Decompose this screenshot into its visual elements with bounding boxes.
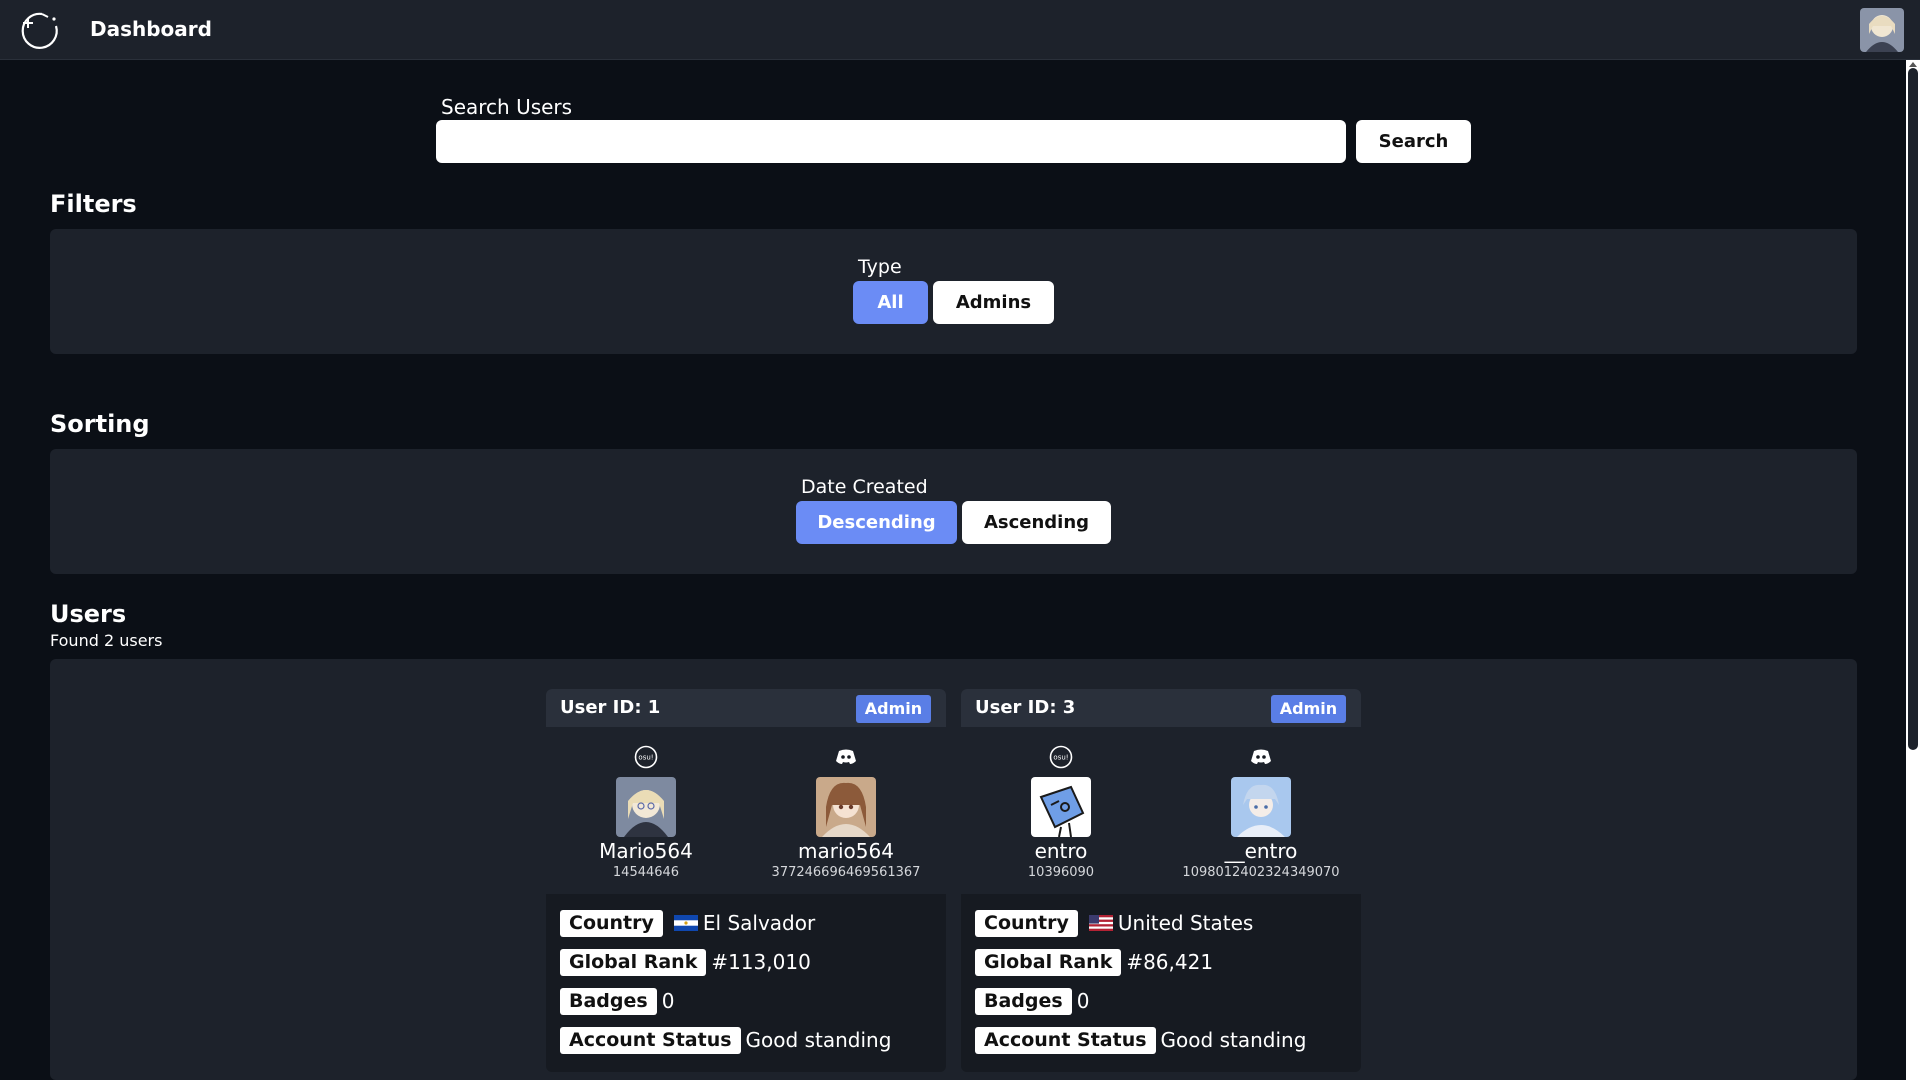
country-value: United States	[1117, 911, 1254, 935]
osu-username: entro	[1034, 839, 1088, 863]
osu-avatar	[616, 777, 676, 837]
linked-accounts: osu! Mario564 14544646 mario564 37724669…	[546, 727, 946, 894]
search-label: Search Users	[441, 95, 573, 119]
global-rank-row: Global Rank #113,010	[560, 948, 811, 976]
country-key: Country	[975, 909, 1078, 937]
spinner-logo-icon[interactable]	[18, 10, 60, 50]
osu-username: Mario564	[599, 839, 693, 863]
account-status-row: Account Status Good standing	[560, 1026, 891, 1054]
filters-title: Filters	[50, 190, 137, 218]
global-rank-value: #86,421	[1126, 950, 1214, 974]
badges-key: Badges	[975, 987, 1072, 1015]
svg-text:osu!: osu!	[1053, 754, 1068, 762]
users-count: Found 2 users	[50, 631, 163, 650]
global-rank-key: Global Rank	[560, 948, 707, 976]
svg-text:osu!: osu!	[638, 754, 653, 762]
osu-account[interactable]: osu! Mario564 14544646	[546, 727, 746, 894]
el-salvador-flag-icon	[673, 915, 698, 931]
osu-user-id: 14544646	[612, 865, 680, 880]
date-created-label: Date Created	[801, 476, 928, 498]
sorting-panel: Date Created Descending Ascending	[50, 449, 1857, 574]
country-key: Country	[560, 909, 663, 937]
country-value: El Salvador	[702, 911, 816, 935]
global-rank-row: Global Rank #86,421	[975, 948, 1213, 976]
badges-row: Badges 0	[975, 987, 1089, 1015]
global-rank-value: #113,010	[711, 950, 811, 974]
discord-avatar	[816, 777, 876, 837]
user-card-header: User ID: 3 Admin	[961, 689, 1361, 727]
badges-value: 0	[661, 989, 675, 1013]
linked-accounts: osu! entro 10396090 __entro 109801240232…	[961, 727, 1361, 894]
user-id: User ID: 1	[560, 697, 661, 718]
filter-admins-button[interactable]: Admins	[933, 281, 1054, 324]
scroll-up-icon[interactable]	[1906, 60, 1920, 68]
user-id: User ID: 3	[975, 697, 1076, 718]
osu-icon: osu!	[634, 745, 658, 769]
filter-all-button[interactable]: All	[853, 281, 928, 324]
badges-key: Badges	[560, 987, 657, 1015]
sort-ascending-button[interactable]: Ascending	[962, 501, 1111, 544]
admin-badge: Admin	[1271, 695, 1346, 723]
osu-icon: osu!	[1049, 745, 1073, 769]
discord-avatar	[1231, 777, 1291, 837]
user-avatar[interactable]	[1860, 8, 1904, 52]
discord-user-id: 1098012402324349070	[1182, 865, 1340, 880]
account-status-value: Good standing	[1160, 1028, 1307, 1052]
global-rank-key: Global Rank	[975, 948, 1122, 976]
sort-descending-button[interactable]: Descending	[796, 501, 957, 544]
search-input[interactable]	[436, 120, 1346, 163]
users-panel	[50, 659, 1857, 1080]
discord-user-id: 377246696469561367	[771, 865, 921, 880]
user-card: User ID: 3 Admin osu! entro 10396090 __e…	[961, 689, 1361, 1072]
discord-account[interactable]: __entro 1098012402324349070	[1161, 727, 1361, 894]
discord-username: __entro	[1224, 839, 1298, 863]
account-status-key: Account Status	[560, 1026, 741, 1054]
osu-avatar	[1031, 777, 1091, 837]
discord-account[interactable]: mario564 377246696469561367	[746, 727, 946, 894]
type-label: Type	[858, 256, 902, 278]
user-card: User ID: 1 Admin osu! Mario564 14544646	[546, 689, 946, 1072]
united-states-flag-icon	[1088, 915, 1113, 931]
account-status-row: Account Status Good standing	[975, 1026, 1306, 1054]
discord-username: mario564	[798, 839, 894, 863]
country-row: Country United States	[975, 909, 1253, 937]
discord-icon	[836, 749, 856, 764]
search-button[interactable]: Search	[1356, 120, 1471, 163]
country-row: Country El Salvador	[560, 909, 815, 937]
osu-user-id: 10396090	[1027, 865, 1095, 880]
discord-icon	[1251, 749, 1271, 764]
badges-row: Badges 0	[560, 987, 674, 1015]
scrollbar-thumb[interactable]	[1908, 68, 1918, 750]
admin-badge: Admin	[856, 695, 931, 723]
account-status-value: Good standing	[745, 1028, 892, 1052]
badges-value: 0	[1076, 989, 1090, 1013]
app-title[interactable]: Dashboard	[90, 17, 212, 41]
filters-panel: Type All Admins	[50, 229, 1857, 354]
user-card-header: User ID: 1 Admin	[546, 689, 946, 727]
account-status-key: Account Status	[975, 1026, 1156, 1054]
sorting-title: Sorting	[50, 410, 150, 438]
users-title: Users	[50, 600, 127, 628]
osu-account[interactable]: osu! entro 10396090	[961, 727, 1161, 894]
top-bar: Dashboard	[0, 0, 1920, 60]
